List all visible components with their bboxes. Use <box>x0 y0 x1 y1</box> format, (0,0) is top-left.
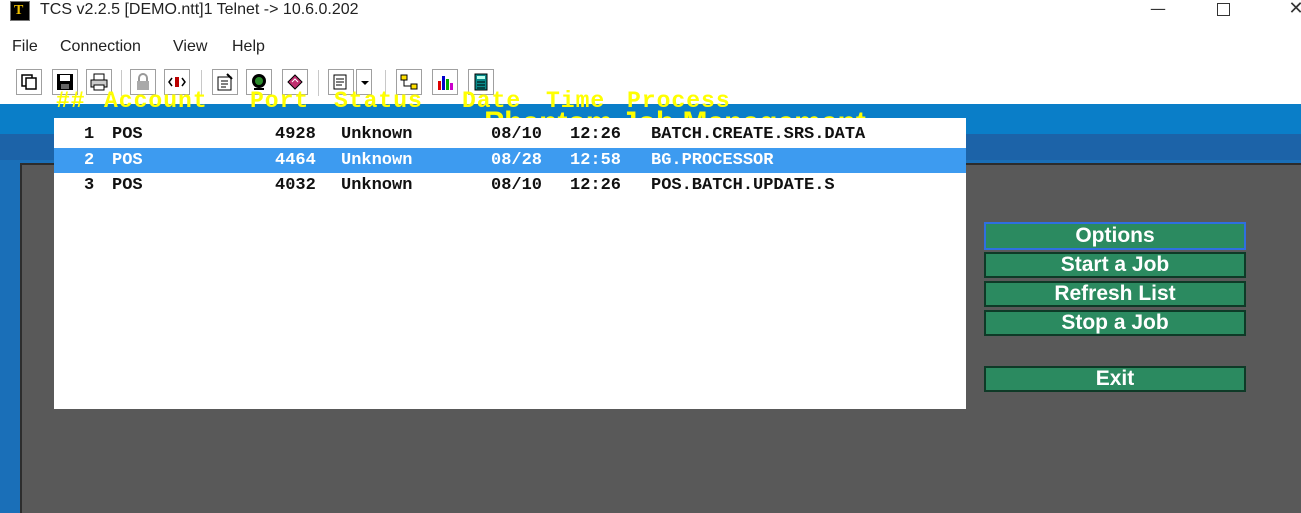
maximize-icon <box>1216 3 1230 16</box>
app-icon[interactable]: T <box>10 1 30 21</box>
start-job-button[interactable]: Start a Job <box>984 252 1246 278</box>
header-account: Account <box>104 88 208 114</box>
title-bar: T TCS v2.2.5 [DEMO.ntt]1 Telnet -> 10.6.… <box>0 0 1301 30</box>
job-time: 12:26 <box>570 176 622 195</box>
job-date: 08/10 <box>491 125 543 144</box>
job-num: 3 <box>84 176 95 195</box>
chart-icon[interactable] <box>432 69 458 95</box>
job-time: 12:26 <box>570 125 622 144</box>
job-status: Unknown <box>341 125 413 144</box>
stop-job-button[interactable]: Stop a Job <box>984 310 1246 336</box>
job-process: BATCH.CREATE.SRS.DATA <box>651 125 866 144</box>
header-process: Process <box>627 88 731 114</box>
job-port: 4032 <box>275 176 316 195</box>
job-process: BG.PROCESSOR <box>651 151 774 170</box>
job-num: 1 <box>84 125 95 144</box>
properties-icon[interactable] <box>212 69 238 95</box>
header-status: Status <box>334 88 423 114</box>
menu-bar: File Connection View Help <box>0 34 1301 60</box>
job-account: POS <box>112 176 143 195</box>
job-date: 08/28 <box>491 151 543 170</box>
job-row-selected[interactable]: 2 POS 4464 Unknown 08/28 12:58 BG.PROCES… <box>54 148 966 173</box>
menu-view[interactable]: View <box>173 38 207 56</box>
job-num: 2 <box>84 151 95 170</box>
options-button[interactable]: Options <box>984 222 1246 250</box>
close-button[interactable]: ✕ <box>1276 0 1301 20</box>
exit-button[interactable]: Exit <box>984 366 1246 392</box>
menu-connection[interactable]: Connection <box>60 38 141 56</box>
header-port: Port <box>250 88 310 114</box>
refresh-list-button[interactable]: Refresh List <box>984 281 1246 307</box>
job-account: POS <box>112 125 143 144</box>
header-time: Time <box>546 88 606 114</box>
job-row[interactable]: 3 POS 4032 Unknown 08/10 12:26 POS.BATCH… <box>54 173 966 198</box>
job-port: 4928 <box>275 125 316 144</box>
header-date: Date <box>462 88 522 114</box>
maximize-button[interactable] <box>1203 0 1243 20</box>
menu-file[interactable]: File <box>12 38 38 56</box>
job-row[interactable]: 1 POS 4928 Unknown 08/10 12:26 BATCH.CRE… <box>54 122 966 147</box>
minimize-button[interactable]: — <box>1138 0 1178 20</box>
menu-help[interactable]: Help <box>232 38 265 56</box>
header-num: ## <box>56 88 86 114</box>
toolbar-separator <box>318 70 319 96</box>
window-title: TCS v2.2.5 [DEMO.ntt]1 Telnet -> 10.6.0.… <box>40 1 359 18</box>
job-date: 08/10 <box>491 176 543 195</box>
job-time: 12:58 <box>570 151 622 170</box>
copy-icon[interactable] <box>16 69 42 95</box>
job-list[interactable]: 1 POS 4928 Unknown 08/10 12:26 BATCH.CRE… <box>54 118 966 409</box>
job-port: 4464 <box>275 151 316 170</box>
job-status: Unknown <box>341 151 413 170</box>
job-process: POS.BATCH.UPDATE.S <box>651 176 835 195</box>
job-status: Unknown <box>341 176 413 195</box>
job-account: POS <box>112 151 143 170</box>
